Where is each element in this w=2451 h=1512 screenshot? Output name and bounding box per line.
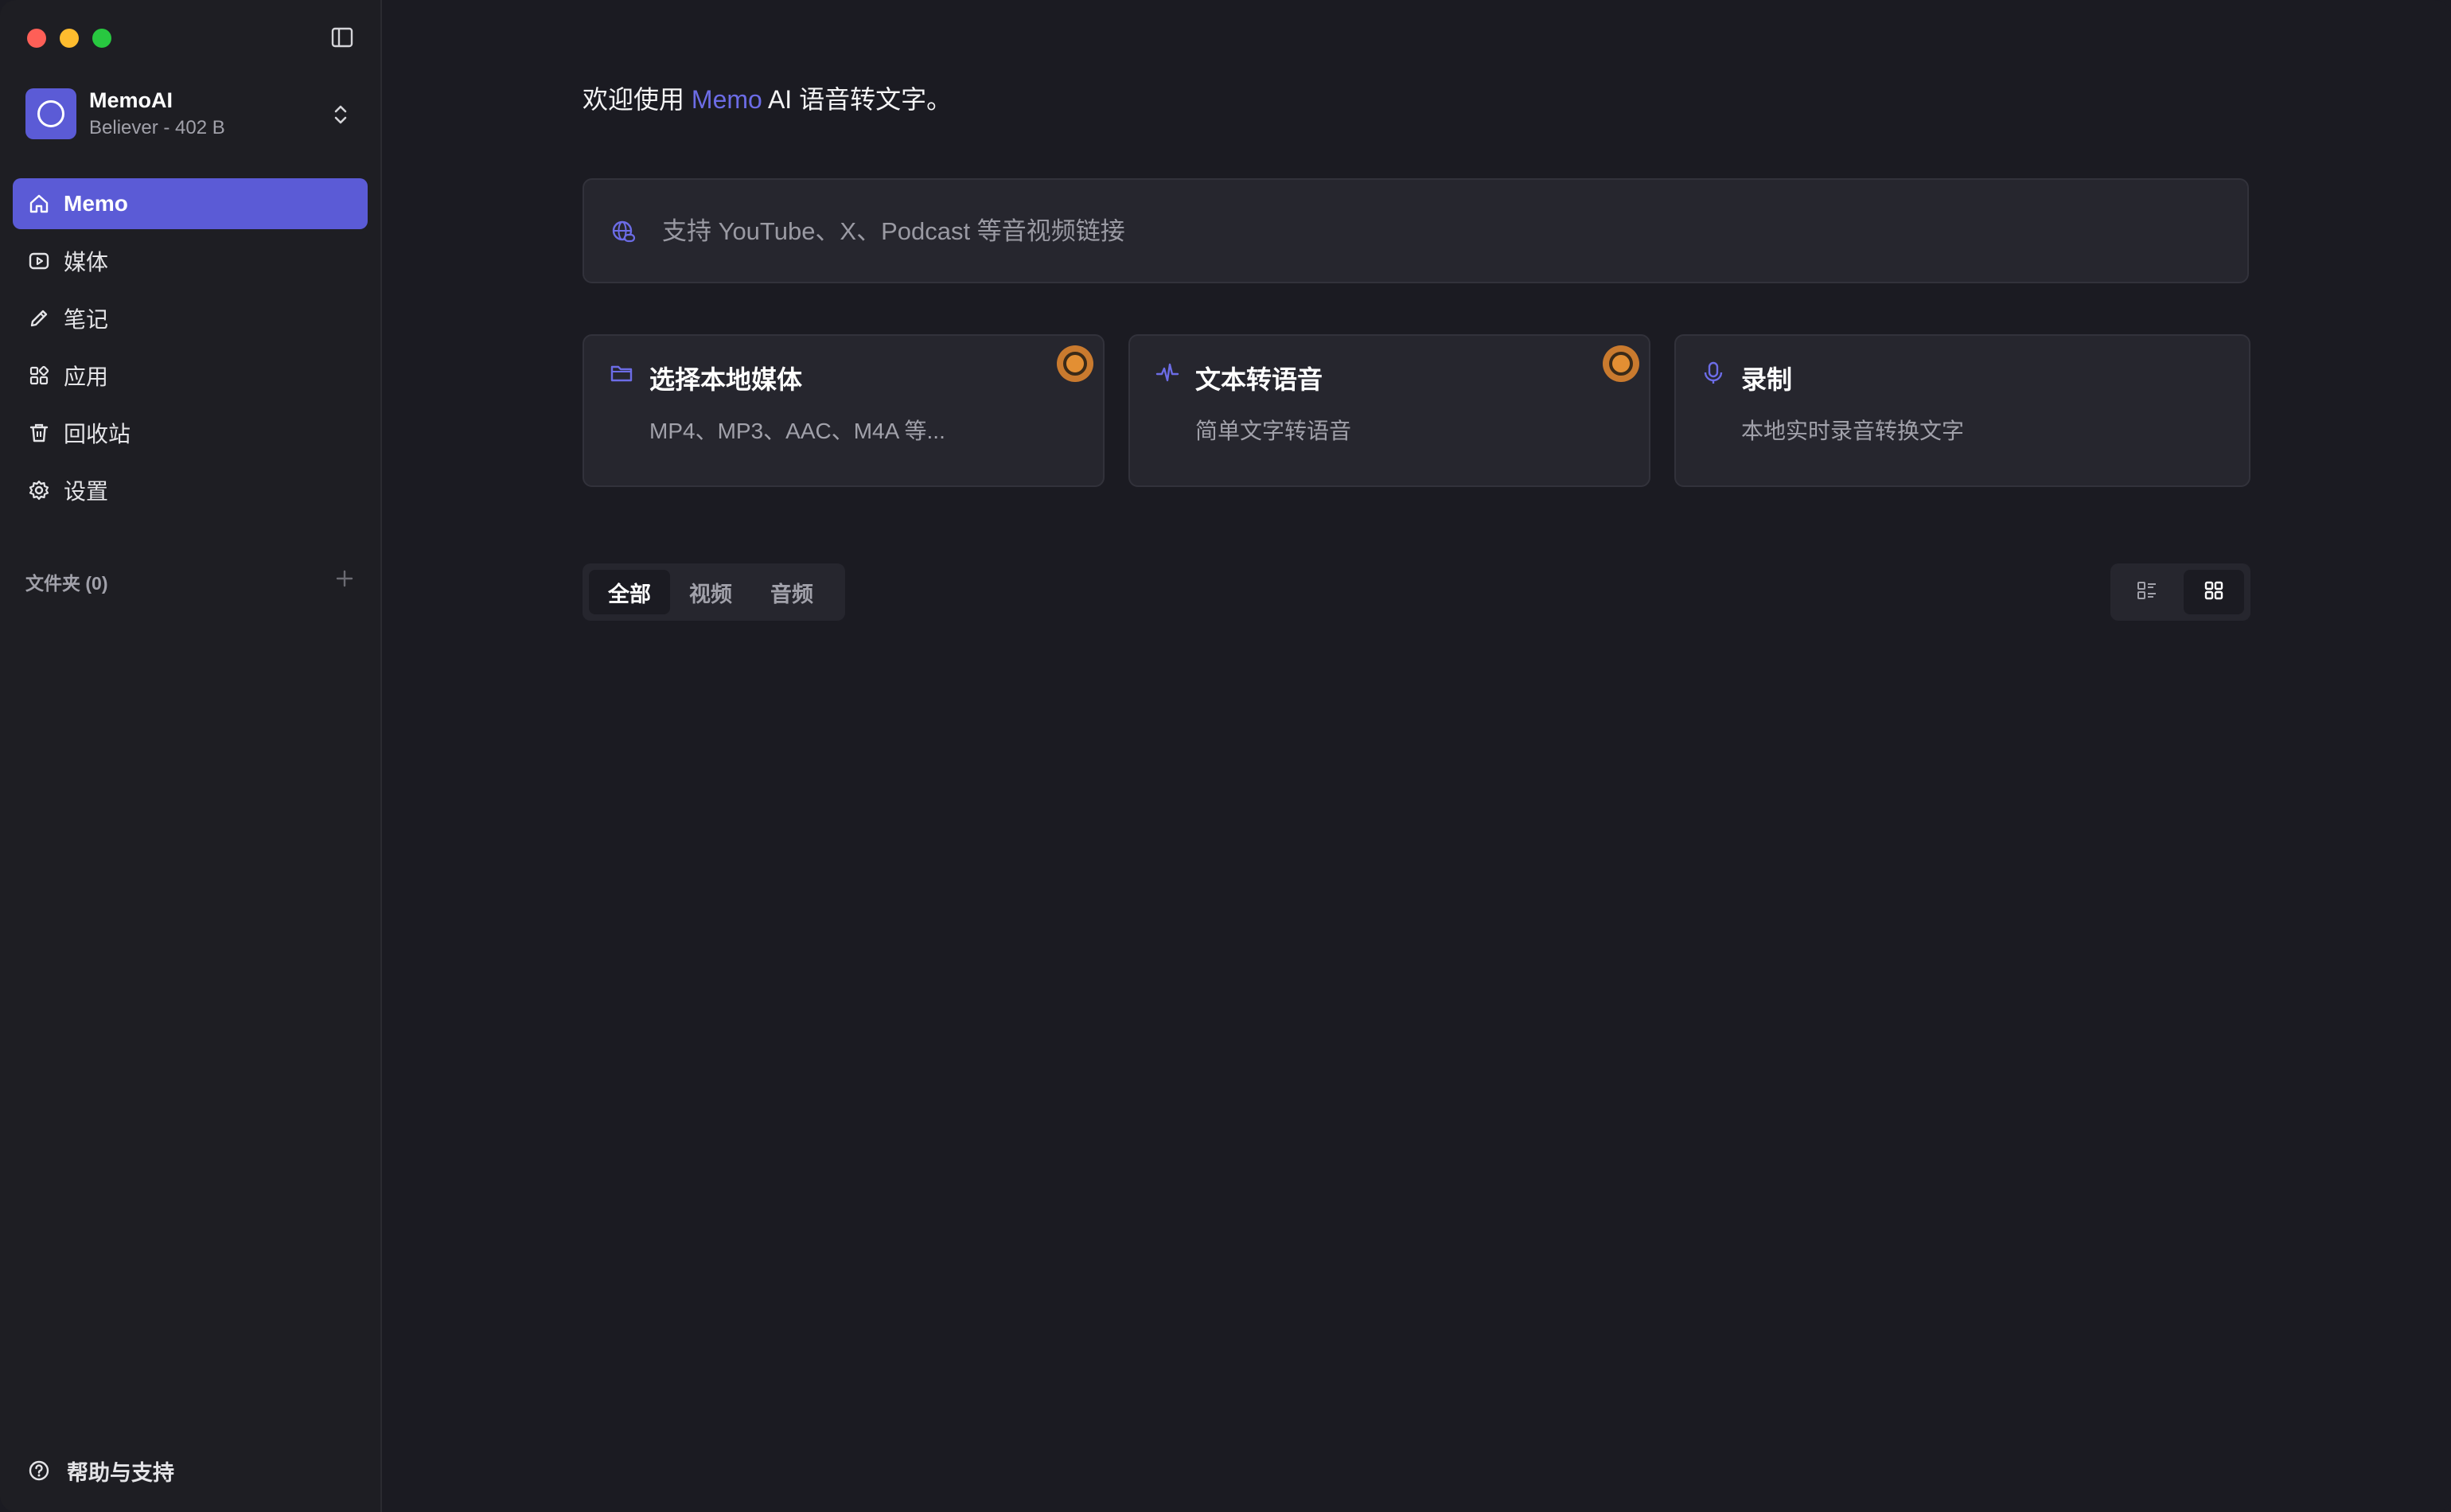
grid-view-icon [2203, 579, 2225, 606]
account-switcher[interactable]: MemoAI Believer - 402 B [25, 88, 360, 141]
sidebar-item-media[interactable]: 媒体 [13, 236, 368, 286]
help-label: 帮助与支持 [67, 1460, 174, 1485]
card-title: 文本转语音 [1195, 365, 1323, 394]
close-window-button[interactable] [27, 29, 46, 48]
sidebar: MemoAI Believer - 402 B Memo 媒体 笔记 应用 回收… [0, 0, 382, 1512]
sidebar-item-label: 回收站 [64, 422, 131, 446]
app-window: MemoAI Believer - 402 B Memo 媒体 笔记 应用 回收… [0, 0, 2451, 1512]
microphone-icon [1701, 361, 1725, 385]
sidebar-item-settings[interactable]: 设置 [13, 465, 368, 516]
grid-view-button[interactable] [2184, 570, 2244, 614]
sidebar-nav: Memo 媒体 笔记 应用 回收站 设置 [13, 178, 368, 522]
welcome-brand: Memo [691, 85, 762, 114]
window-controls [27, 29, 111, 48]
sidebar-item-memo[interactable]: Memo [13, 178, 368, 229]
apps-grid-icon [27, 364, 51, 388]
help-support-link[interactable]: 帮助与支持 [27, 1456, 174, 1485]
help-circle-icon [27, 1459, 51, 1483]
list-view-icon [2136, 579, 2158, 606]
avatar [25, 88, 76, 139]
waveform-icon [1155, 361, 1179, 385]
sidebar-item-apps[interactable]: 应用 [13, 350, 368, 401]
list-view-button[interactable] [2117, 570, 2177, 614]
url-input-box[interactable] [583, 178, 2249, 283]
sidebar-item-label: 设置 [64, 479, 109, 504]
globe-link-icon [611, 220, 637, 245]
view-mode-toggle [2110, 563, 2250, 621]
sidebar-item-label: 笔记 [64, 307, 109, 332]
folders-section: 文件夹 (0) [25, 567, 355, 594]
sidebar-item-label: Memo [64, 191, 128, 216]
card-description: 本地实时录音转换文字 [1741, 419, 1965, 443]
minimize-window-button[interactable] [60, 29, 79, 48]
maximize-window-button[interactable] [92, 29, 111, 48]
folder-icon [610, 361, 633, 385]
tab-video[interactable]: 视频 [670, 570, 751, 614]
tab-all[interactable]: 全部 [589, 570, 670, 614]
sidebar-item-label: 应用 [64, 364, 109, 389]
pencil-icon [27, 306, 51, 330]
card-description: 简单文字转语音 [1195, 419, 1352, 443]
sidebar-item-notes[interactable]: 笔记 [13, 293, 368, 344]
welcome-heading: 欢迎使用 Memo AI 语音转文字。 [583, 80, 952, 116]
sidebar-toggle-icon[interactable] [331, 27, 353, 48]
avatar-ring-icon [37, 100, 64, 127]
welcome-suffix: AI 语音转文字。 [762, 85, 953, 114]
plus-icon[interactable] [334, 568, 355, 589]
play-square-icon [27, 249, 51, 273]
gear-icon [27, 478, 51, 502]
record-card[interactable]: 录制 本地实时录音转换文字 [1674, 334, 2250, 487]
chevron-up-down-icon[interactable] [331, 103, 350, 127]
pro-badge-icon [1057, 345, 1093, 382]
main-content: 欢迎使用 Memo AI 语音转文字。 选择本地媒体 [382, 0, 2451, 1512]
sidebar-item-label: 媒体 [64, 250, 109, 275]
home-icon [27, 192, 51, 216]
trash-icon [27, 421, 51, 445]
folders-label: 文件夹 (0) [25, 573, 108, 594]
select-local-media-card[interactable]: 选择本地媒体 MP4、MP3、AAC、M4A 等... [583, 334, 1105, 487]
text-to-speech-card[interactable]: 文本转语音 简单文字转语音 [1128, 334, 1650, 487]
welcome-prefix: 欢迎使用 [583, 85, 692, 114]
card-title: 选择本地媒体 [649, 365, 803, 394]
pro-badge-icon [1603, 345, 1639, 382]
tab-audio[interactable]: 音频 [751, 570, 832, 614]
media-filter-tabs: 全部 视频 音频 [583, 563, 845, 621]
account-name: MemoAI [89, 88, 173, 112]
card-title: 录制 [1741, 365, 1793, 394]
card-description: MP4、MP3、AAC、M4A 等... [649, 419, 945, 443]
sidebar-item-trash[interactable]: 回收站 [13, 407, 368, 458]
url-input[interactable] [660, 207, 2223, 256]
account-subtitle: Believer - 402 B [89, 117, 225, 138]
